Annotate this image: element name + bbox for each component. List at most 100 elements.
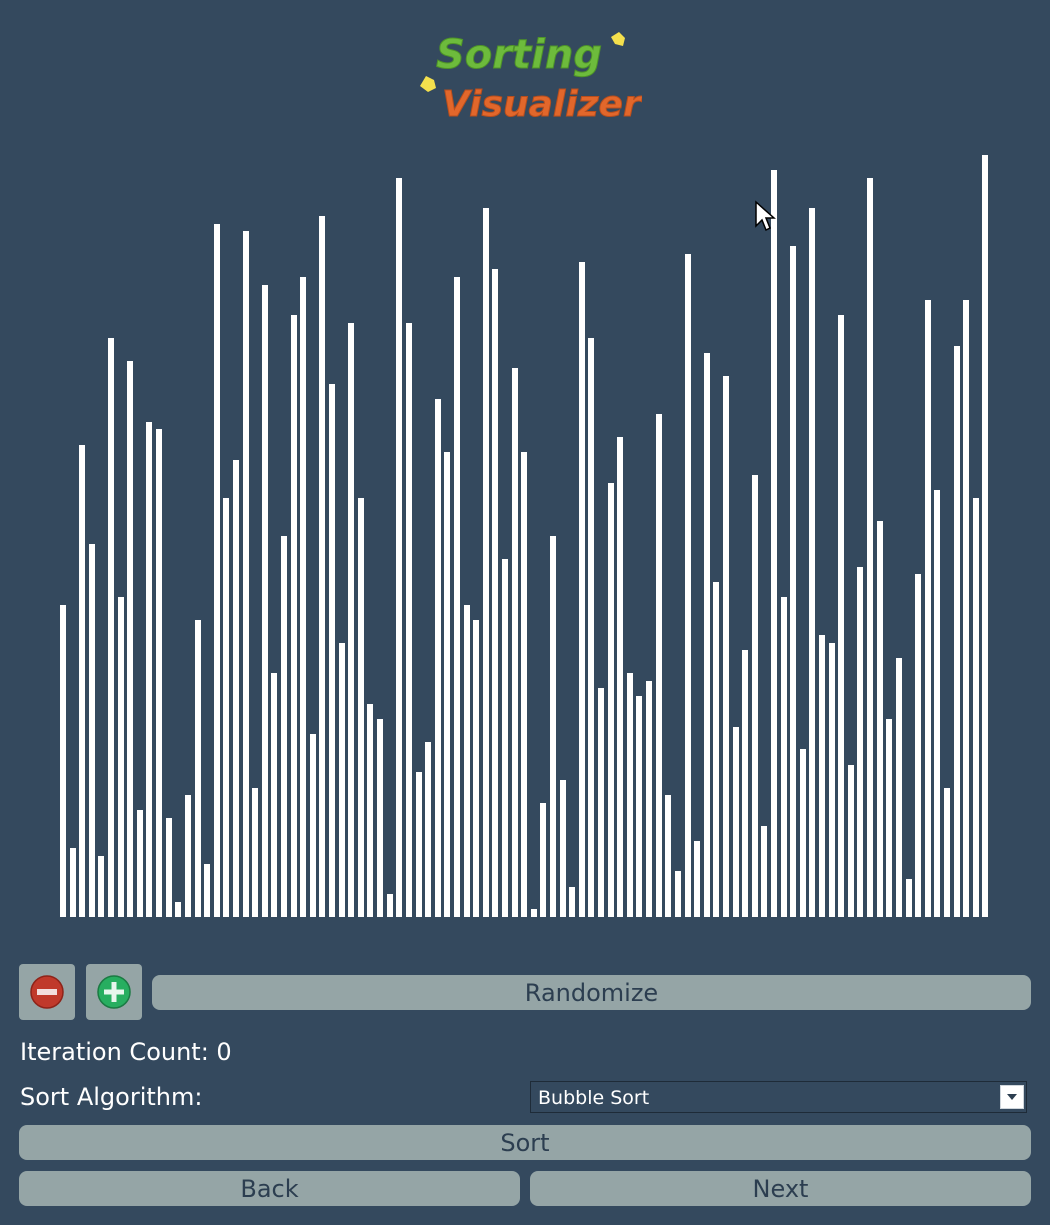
bar-42 [453,276,460,917]
bar-21 [252,787,259,917]
bar-53 [559,779,566,917]
bar-55 [578,261,585,917]
bar-26 [300,276,307,917]
bar-87 [886,718,893,917]
minus-circle-icon [30,975,64,1009]
increase-count-button[interactable] [86,964,142,1020]
bar-19 [232,459,239,917]
bar-24 [280,536,287,917]
bar-74 [761,825,768,917]
bar-7 [117,597,124,917]
bar-90 [915,574,922,917]
bar-83 [847,764,854,917]
bar-1 [60,604,66,917]
bar-30 [338,642,345,917]
bar-91 [924,299,931,917]
bar-96 [972,497,979,917]
bar-33 [367,703,374,917]
bar-56 [588,337,595,917]
bar-14 [184,795,191,917]
bar-70 [722,376,729,917]
bar-37 [405,322,412,917]
bar-2 [69,848,76,917]
bar-85 [867,177,874,917]
bar-73 [751,475,758,917]
bar-23 [271,673,278,917]
bar-11 [156,429,163,917]
bar-66 [684,254,691,917]
bar-10 [146,421,153,917]
bar-68 [703,353,710,917]
iteration-count-label: Iteration Count: 0 [20,1038,232,1066]
bar-95 [963,299,970,917]
decrease-count-button[interactable] [19,964,75,1020]
bar-94 [953,345,960,917]
bar-49 [521,452,528,917]
bar-3 [79,444,86,917]
bar-89 [905,878,912,917]
next-button[interactable]: Next [530,1171,1031,1206]
bar-18 [223,497,230,917]
bar-46 [492,269,499,917]
sorting-visualizer-window: Sorting Visualizer Randomize Iteration C… [0,0,1050,1225]
bar-58 [607,482,614,917]
bar-57 [598,688,605,917]
plus-circle-icon [97,975,131,1009]
back-button[interactable]: Back [19,1171,520,1206]
bar-88 [895,657,902,917]
bar-84 [857,566,864,917]
bar-61 [636,696,643,917]
chevron-down-icon[interactable] [1000,1085,1024,1109]
bar-6 [108,337,115,917]
bar-25 [290,315,297,917]
bar-69 [713,581,720,917]
bar-36 [396,177,403,917]
sort-algorithm-dropdown[interactable]: Bubble Sort [530,1081,1027,1113]
bar-12 [165,817,172,917]
bar-82 [838,315,845,917]
bar-17 [213,223,220,917]
bar-52 [550,536,557,917]
bar-60 [626,673,633,917]
dropdown-selected-value: Bubble Sort [538,1087,650,1109]
randomize-button[interactable]: Randomize [152,975,1031,1010]
app-logo: Sorting Visualizer [412,24,642,132]
bar-59 [617,436,624,917]
bar-76 [780,597,787,917]
bar-50 [530,909,537,917]
bar-80 [819,635,826,917]
bar-31 [348,322,355,917]
bar-44 [473,619,480,917]
bar-64 [665,795,672,917]
bar-38 [415,772,422,917]
bar-67 [694,840,701,917]
bar-97 [982,155,989,917]
bar-77 [790,246,797,917]
bar-51 [540,802,547,917]
bar-29 [329,383,336,917]
bar-86 [876,520,883,917]
bar-5 [98,856,105,917]
bar-72 [742,650,749,917]
bar-43 [463,604,470,917]
bar-15 [194,619,201,917]
bar-48 [511,368,518,917]
logo-line-1: Sorting [436,32,602,78]
bar-chart [60,150,992,917]
bar-27 [309,734,316,917]
bar-79 [809,208,816,917]
bar-4 [88,543,95,917]
bar-78 [799,749,806,917]
bar-45 [482,208,489,917]
bar-62 [646,680,653,917]
bar-81 [828,642,835,917]
sort-button[interactable]: Sort [19,1125,1031,1160]
bar-8 [127,360,134,917]
bar-54 [569,886,576,917]
bar-28 [319,216,326,917]
bar-41 [444,452,451,917]
bar-75 [771,170,777,917]
bar-93 [943,787,950,917]
bar-39 [425,741,432,917]
bar-22 [261,284,268,917]
